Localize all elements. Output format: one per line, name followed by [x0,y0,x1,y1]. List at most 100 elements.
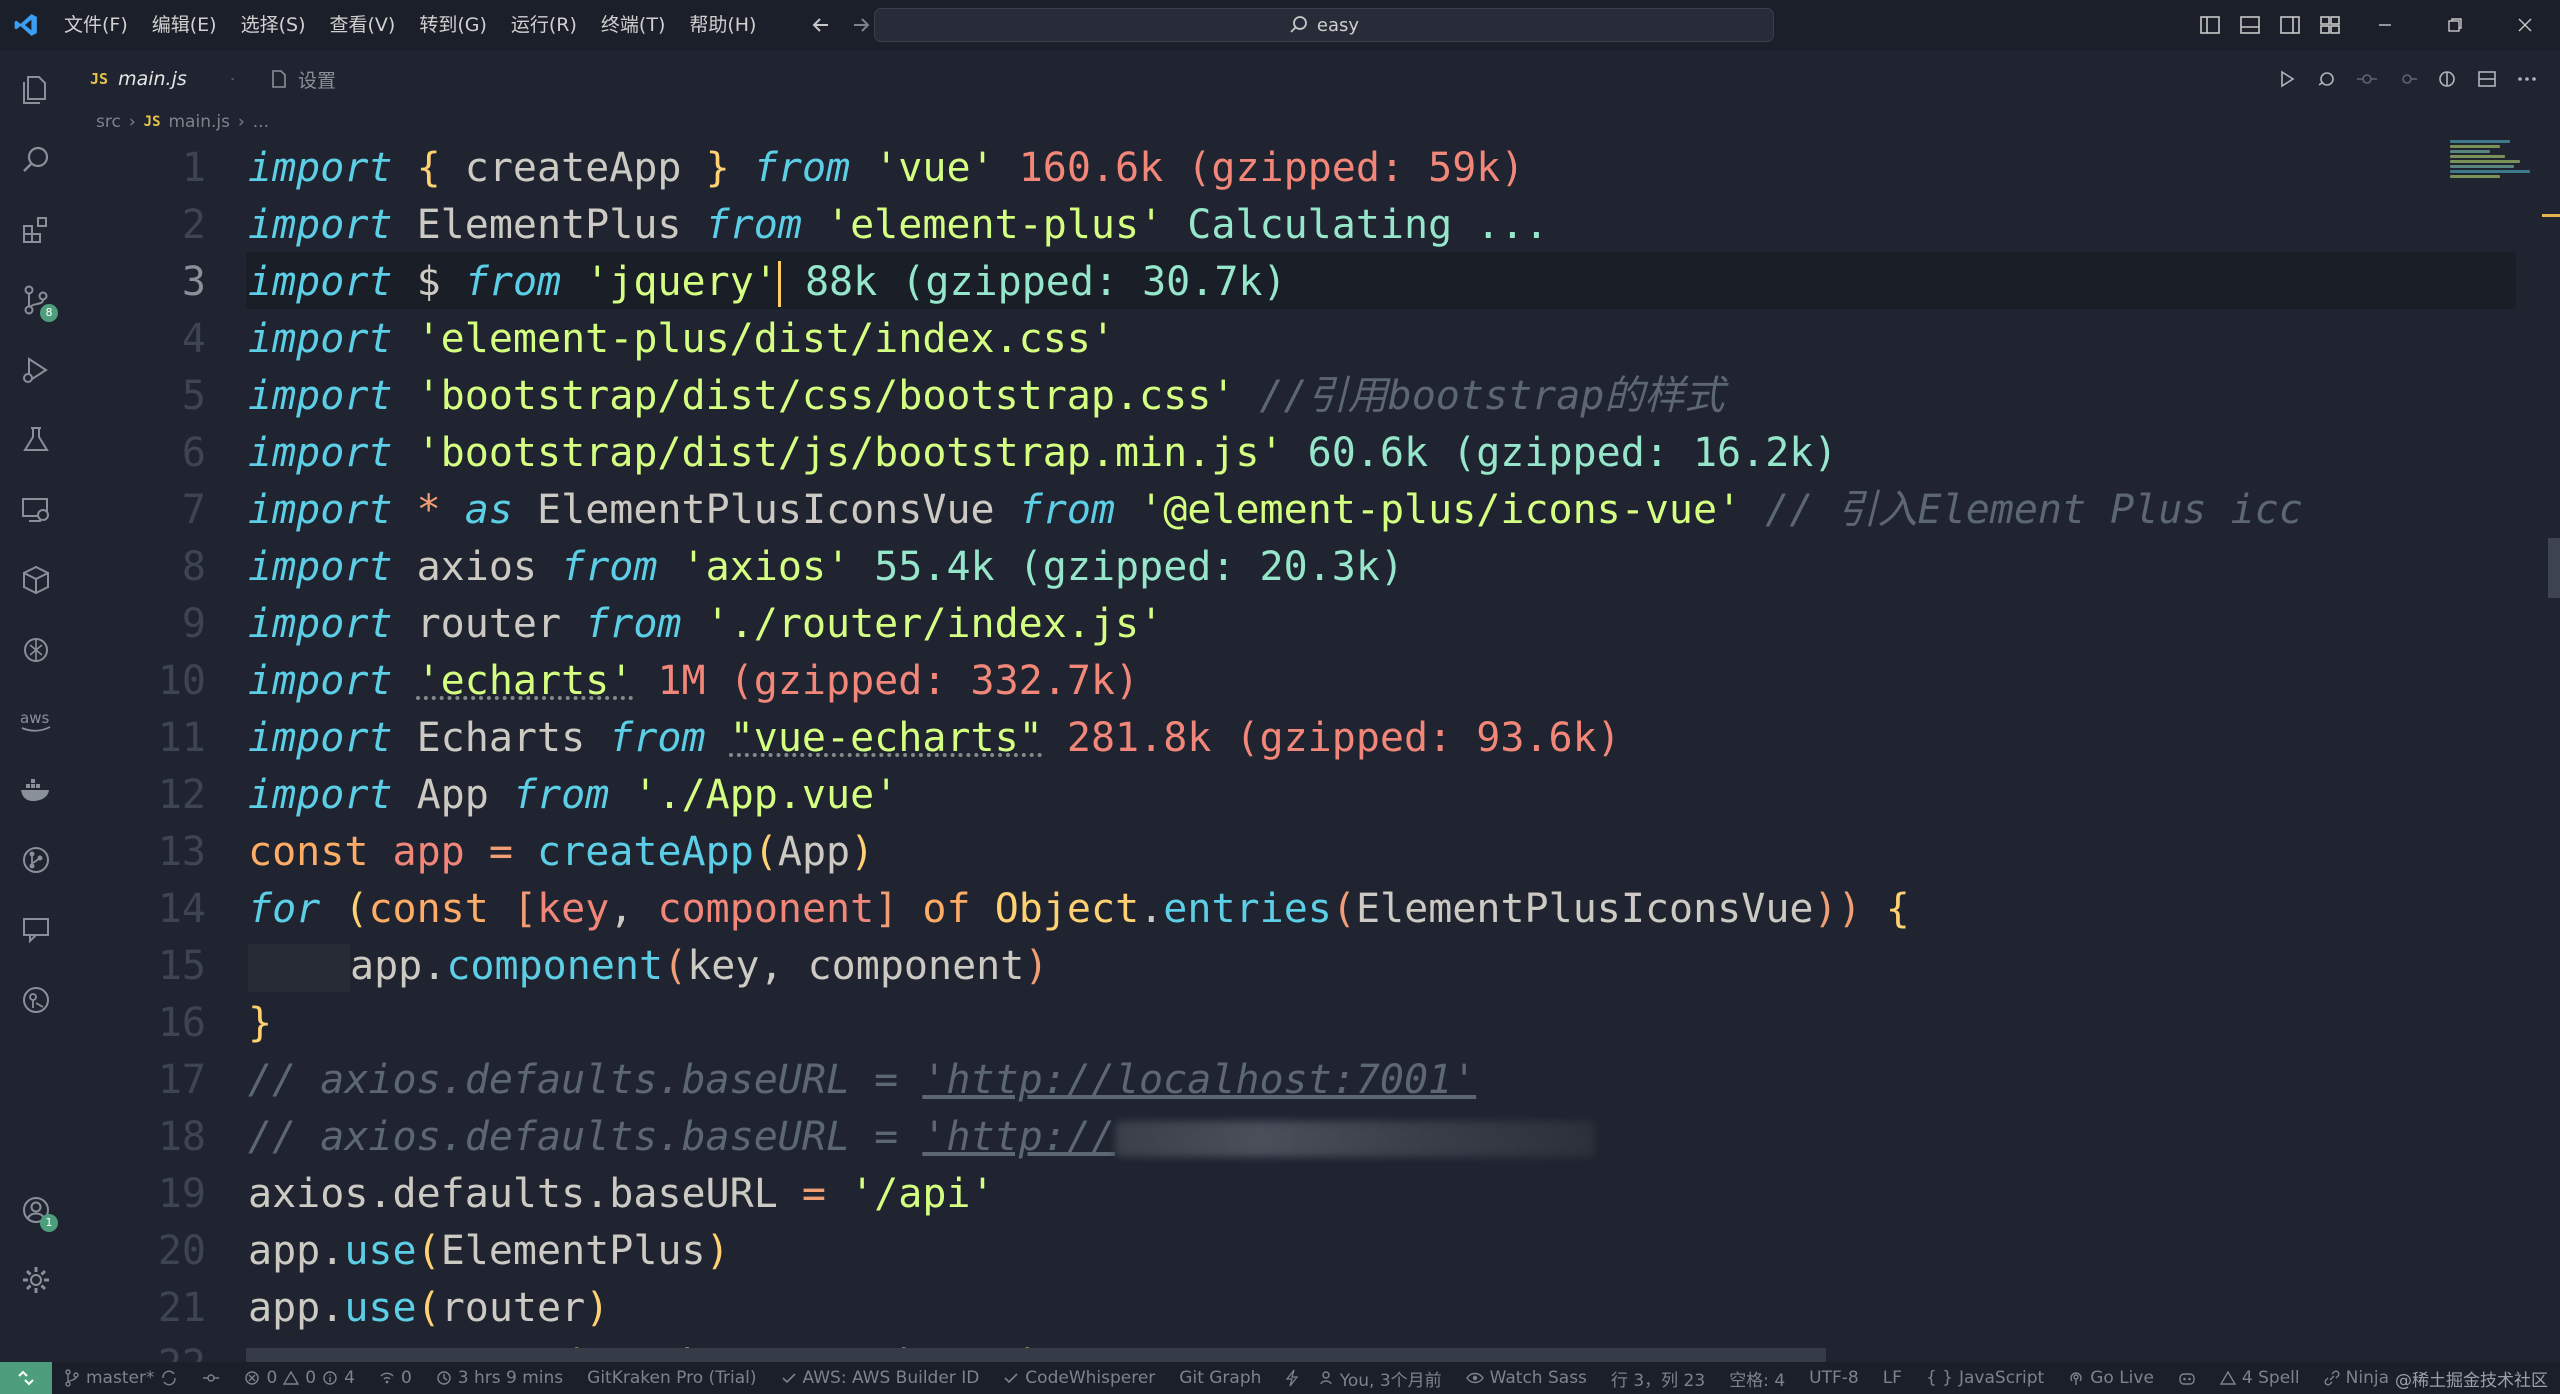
menu-terminal[interactable]: 终端(T) [589,0,677,50]
menu-file[interactable]: 文件(F) [52,0,140,50]
chatgpt-icon[interactable] [16,630,56,670]
breadcrumb-file[interactable]: main.js [169,112,230,132]
previous-change-icon[interactable] [2348,60,2386,98]
code-line-21[interactable]: app.use(router) [248,1280,609,1337]
back-arrow-icon[interactable] [808,12,834,38]
code-line-20[interactable]: app.use(ElementPlus) [248,1223,730,1280]
code-line-19[interactable]: axios.defaults.baseURL = '/api' [248,1166,995,1223]
git-graph-icon[interactable] [16,840,56,880]
code-line-3[interactable]: import $ from 'jquery' 88k (gzipped: 30.… [248,254,1287,311]
explorer-icon[interactable] [16,70,56,110]
remote-explorer-icon[interactable] [16,490,56,530]
toggle-secondary-sidebar-icon[interactable] [2270,0,2310,50]
spell-check-status[interactable]: 4 Spell [2208,1362,2312,1394]
code-line-5[interactable]: import 'bootstrap/dist/css/bootstrap.css… [248,368,1724,425]
close-window-icon[interactable] [2490,0,2560,50]
docker-icon[interactable] [16,770,56,810]
indentation[interactable]: 空格: 4 [1717,1362,1797,1394]
run-code-icon[interactable] [2268,60,2306,98]
code-line-18[interactable]: // axios.defaults.baseURL = 'http:// [248,1109,1595,1166]
vertical-scrollbar[interactable] [2542,138,2560,1362]
menu-edit[interactable]: 编辑(E) [140,0,229,50]
end-of-line[interactable]: LF [1871,1362,1914,1394]
code-line-11[interactable]: import Echarts from "vue-echarts" 281.8k… [248,710,1621,767]
gitlens-blame-icon[interactable] [2428,60,2466,98]
customize-layout-icon[interactable] [2310,0,2350,50]
run-debug-icon[interactable] [16,350,56,390]
remote-indicator-icon[interactable] [0,1362,52,1394]
language-mode[interactable]: { } JavaScript [1914,1362,2056,1394]
text-cursor [777,261,781,307]
ports-status[interactable]: 0 [367,1362,424,1394]
copilot-status[interactable] [2166,1362,2208,1394]
watch-sass-button[interactable]: Watch Sass [1454,1362,1599,1394]
aws-icon[interactable]: aws [16,700,56,740]
branch-status[interactable]: master* [52,1362,190,1394]
code-line-4[interactable]: import 'element-plus/dist/index.css' [248,311,1115,368]
git-graph-button[interactable]: Git Graph [1167,1362,1273,1394]
source-control-icon[interactable]: 8 [16,280,58,322]
code-line-8[interactable]: import axios from 'axios' 55.4k (gzipped… [248,539,1404,596]
ninja-status[interactable]: Ninja @稀土掘金技术社区 [2312,1362,2560,1394]
more-actions-icon[interactable] [2508,60,2546,98]
menu-view[interactable]: 查看(V) [318,0,408,50]
menu-run[interactable]: 运行(R) [499,0,589,50]
line-number: 7 [181,487,206,533]
menu-go[interactable]: 转到(G) [407,0,499,50]
accounts-icon[interactable]: 1 [16,1190,58,1232]
split-editor-icon[interactable] [2468,60,2506,98]
minimap[interactable] [2450,138,2540,198]
code-line-6[interactable]: import 'bootstrap/dist/js/bootstrap.min.… [248,425,1837,482]
command-center-search[interactable]: easy [874,8,1774,42]
gitkraken-status[interactable]: GitKraken Pro (Trial) [575,1362,768,1394]
toggle-panel-icon[interactable] [2230,0,2270,50]
package-icon[interactable] [16,560,56,600]
go-live-button[interactable]: Go Live [2056,1362,2166,1394]
next-change-icon[interactable] [2388,60,2426,98]
cursor-position[interactable]: 行 3，列 23 [1599,1362,1717,1394]
search-icon[interactable] [16,140,56,180]
open-changes-icon[interactable] [2308,60,2346,98]
code-line-15[interactable]: app.component(key, component) [248,938,1048,995]
code-line-14[interactable]: for (const [key, component] of Object.en… [248,881,1910,938]
code-line-2[interactable]: import ElementPlus from 'element-plus' C… [248,197,1549,254]
minimize-icon[interactable] [2350,0,2420,50]
scrollbar-thumb[interactable] [2548,538,2560,598]
comments-icon[interactable] [16,910,56,950]
aws-status[interactable]: AWS: AWS Builder ID [769,1362,992,1394]
code-line-1[interactable]: import { createApp } from 'vue' 160.6k (… [248,140,1524,197]
git-graph-status[interactable] [190,1362,232,1394]
breadcrumb-more[interactable]: ... [253,112,269,132]
menu-selection[interactable]: 选择(S) [229,0,318,50]
sync-icon[interactable] [160,1369,178,1387]
codewhisperer-status[interactable]: CodeWhisperer [991,1362,1167,1394]
code-line-16[interactable]: } [248,995,272,1052]
time-tracking-status[interactable]: 3 hrs 9 mins [424,1362,575,1394]
code-line-10[interactable]: import 'echarts' 1M (gzipped: 332.7k) [248,653,1139,710]
gitlens-icon[interactable] [16,980,56,1020]
code-line-17[interactable]: // axios.defaults.baseURL = 'http://loca… [248,1052,1476,1109]
problems-status[interactable]: 0 0 4 [232,1362,366,1394]
testing-icon[interactable] [16,420,56,460]
blame-status[interactable]: You, 3个月前 [1306,1362,1454,1394]
close-icon[interactable] [231,70,234,88]
person-icon [1320,1371,1332,1385]
code-line-7[interactable]: import * as ElementPlusIconsVue from '@e… [248,482,2303,539]
horizontal-scrollbar[interactable] [246,1348,1826,1362]
tab-main-js[interactable]: JS main.js [72,50,252,108]
tab-settings[interactable]: 设置 [252,50,354,108]
restore-icon[interactable] [2420,0,2490,50]
code-editor[interactable]: 12345678910111213141516171819202122 impo… [72,138,2560,1362]
code-line-9[interactable]: import router from './router/index.js' [248,596,1163,653]
encoding[interactable]: UTF-8 [1797,1362,1871,1394]
forward-arrow-icon[interactable] [848,12,874,38]
breadcrumb-folder[interactable]: src [96,112,121,132]
extensions-icon[interactable] [16,210,56,250]
menu-help[interactable]: 帮助(H) [677,0,768,50]
code-line-13[interactable]: const app = createApp(App) [248,824,874,881]
vscode-logo-icon [0,0,52,50]
settings-gear-icon[interactable] [16,1260,56,1300]
toggle-primary-sidebar-icon[interactable] [2190,0,2230,50]
chevron-right-icon: › [237,112,245,132]
code-line-12[interactable]: import App from './App.vue' [248,767,898,824]
